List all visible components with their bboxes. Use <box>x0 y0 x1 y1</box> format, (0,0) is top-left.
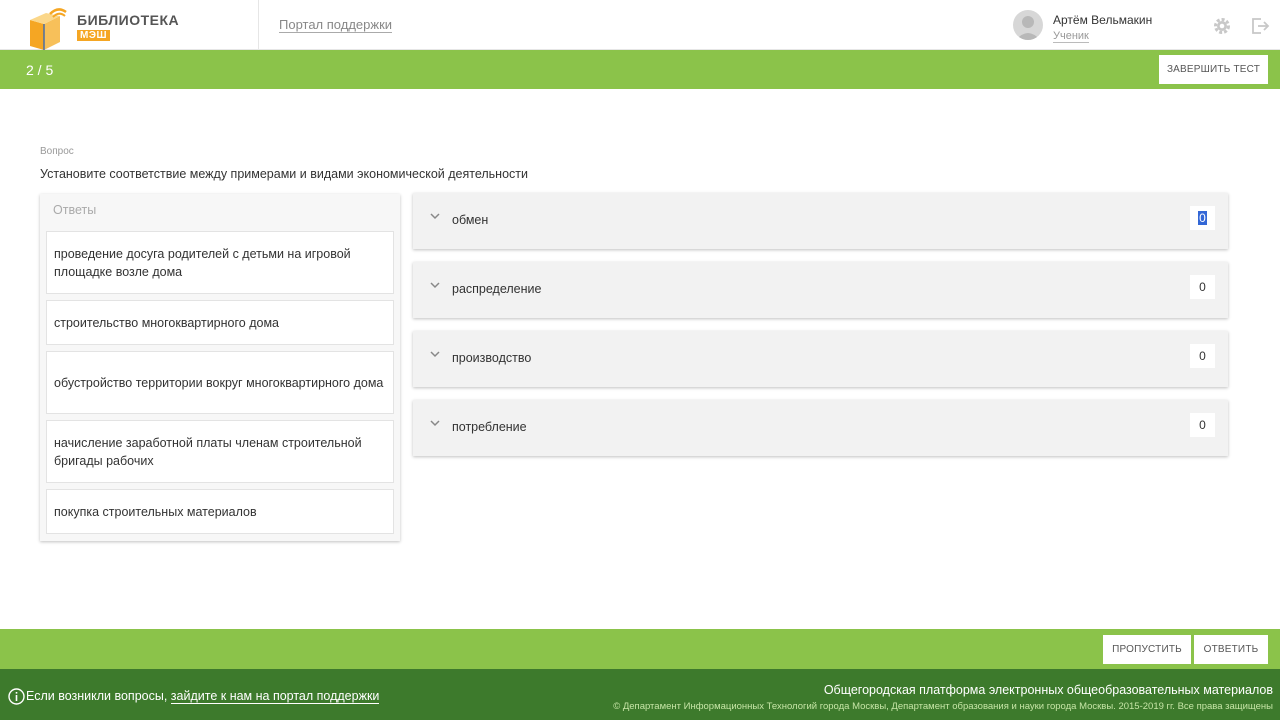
category-label: распределение <box>452 282 542 296</box>
category-count: 0 <box>1190 413 1215 437</box>
footer: Если возникли вопросы, зайдите к нам на … <box>0 669 1280 720</box>
copyright: © Департамент Информационных Технологий … <box>613 701 1273 712</box>
answer-card[interactable]: проведение досуга родителей с детьми на … <box>46 231 394 294</box>
finish-test-button[interactable]: ЗАВЕРШИТЬ ТЕСТ <box>1159 55 1268 84</box>
help-prefix: Если возникли вопросы, <box>26 689 171 703</box>
chevron-down-icon[interactable] <box>429 349 441 359</box>
category-row-exchange[interactable]: обмен 0 <box>413 193 1228 249</box>
logout-icon[interactable] <box>1250 16 1270 36</box>
question-text: Установите соответствие между примерами … <box>40 167 528 181</box>
library-logo-icon <box>30 8 67 50</box>
category-count: 0 <box>1190 206 1215 230</box>
answer-card[interactable]: строительство многоквартирного дома <box>46 300 394 345</box>
library-logo[interactable]: БИБЛИОТЕКА МЭШ <box>26 6 196 50</box>
category-label: обмен <box>452 213 489 227</box>
category-row-production[interactable]: производство 0 <box>413 331 1228 387</box>
answer-card[interactable]: покупка строительных материалов <box>46 489 394 534</box>
support-portal-footer-link[interactable]: зайдите к нам на портал поддержки <box>170 689 380 704</box>
help-text: Если возникли вопросы, зайдите к нам на … <box>26 689 380 704</box>
skip-button[interactable]: ПРОПУСТИТЬ <box>1103 635 1191 664</box>
logo-subtitle: МЭШ <box>77 30 110 41</box>
category-label: производство <box>452 351 532 365</box>
action-bar: ПРОПУСТИТЬ ОТВЕТИТЬ <box>0 629 1280 669</box>
category-row-distribution[interactable]: распределение 0 <box>413 262 1228 318</box>
user-role[interactable]: Ученик <box>1053 30 1089 43</box>
question-progress: 2 / 5 <box>26 62 54 78</box>
category-row-consumption[interactable]: потребление 0 <box>413 400 1228 456</box>
chevron-down-icon[interactable] <box>429 418 441 428</box>
category-count: 0 <box>1190 344 1215 368</box>
chevron-down-icon[interactable] <box>429 280 441 290</box>
answer-card[interactable]: начисление заработной платы членам строи… <box>46 420 394 483</box>
question-label: Вопрос <box>40 146 74 157</box>
category-count-value: 0 <box>1198 211 1207 225</box>
category-count: 0 <box>1190 275 1215 299</box>
answer-button[interactable]: ОТВЕТИТЬ <box>1194 635 1268 664</box>
top-header: БИБЛИОТЕКА МЭШ Портал поддержки Артём Ве… <box>0 0 1280 50</box>
user-name[interactable]: Артём Вельмакин <box>1053 13 1152 27</box>
user-avatar-icon[interactable] <box>1013 10 1043 40</box>
answers-header: Ответы <box>53 203 97 217</box>
platform-title: Общегородская платформа электронных обще… <box>823 683 1273 697</box>
chevron-down-icon[interactable] <box>429 211 441 221</box>
test-progress-bar: 2 / 5 ЗАВЕРШИТЬ ТЕСТ <box>0 50 1280 89</box>
category-label: потребление <box>452 420 527 434</box>
answer-card[interactable]: обустройство территории вокруг многоквар… <box>46 351 394 414</box>
support-portal-link[interactable]: Портал поддержки <box>279 18 393 33</box>
info-icon <box>8 688 25 705</box>
logo-title: БИБЛИОТЕКА <box>77 12 180 28</box>
header-divider <box>258 0 259 50</box>
answers-panel: Ответы проведение досуга родителей с дет… <box>40 194 400 541</box>
gear-icon[interactable] <box>1212 16 1232 36</box>
